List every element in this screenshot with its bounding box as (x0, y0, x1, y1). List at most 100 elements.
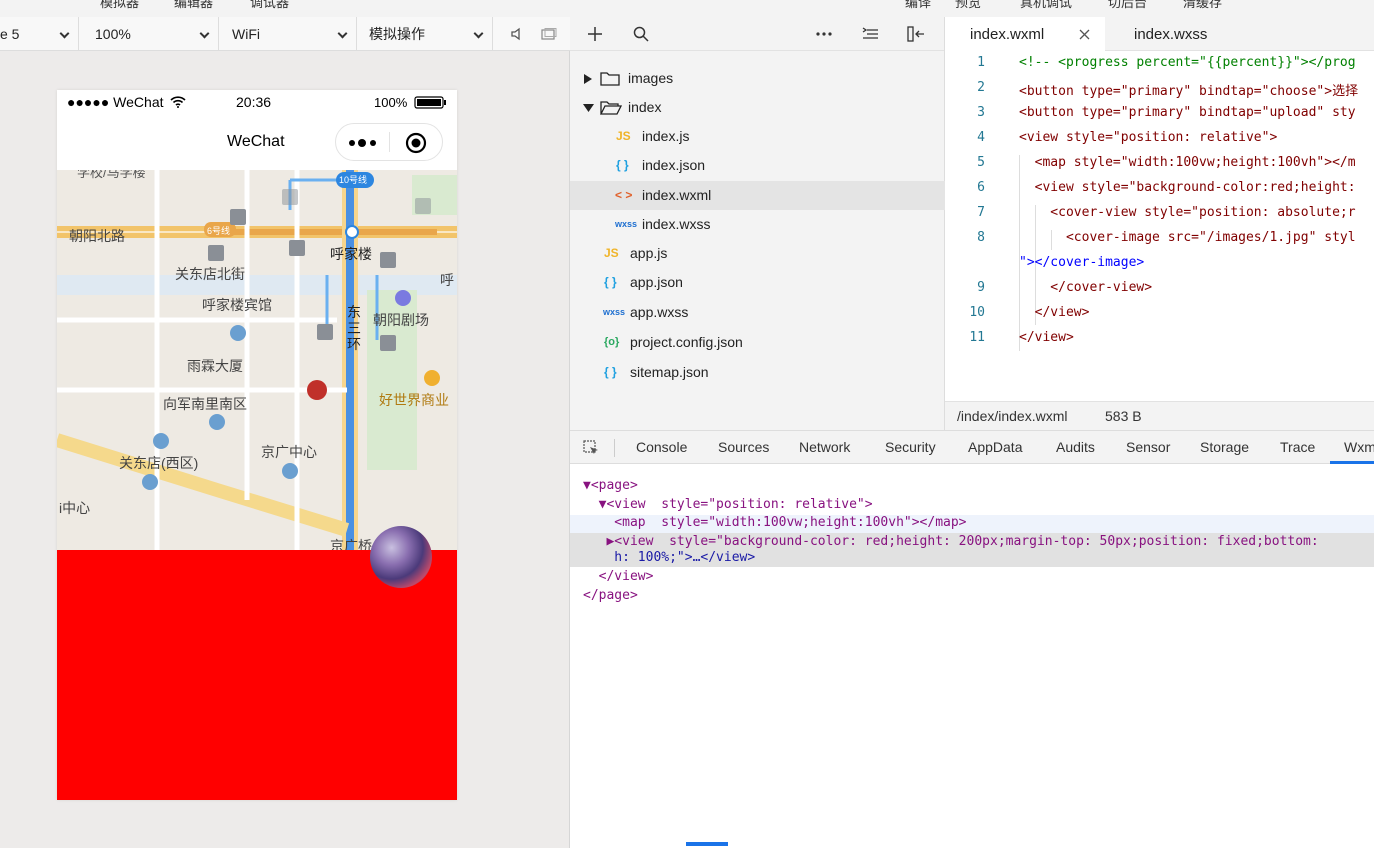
more-icon[interactable] (348, 138, 378, 148)
close-target-icon[interactable] (405, 132, 427, 154)
folder-open-icon (600, 101, 622, 115)
map-label: 关东店北街 (175, 266, 245, 282)
search-icon[interactable] (633, 26, 649, 42)
tree-item-project-config[interactable]: {o} project.config.json (570, 328, 945, 357)
js-file-icon: JS (604, 246, 619, 260)
tree-item-app-js[interactable]: JS app.js (570, 239, 945, 268)
tree-item-label: app.js (630, 245, 668, 261)
js-file-icon: JS (616, 129, 631, 143)
inspect-icon[interactable] (583, 440, 599, 456)
zoom-value: 100% (95, 26, 131, 42)
tab-sources[interactable]: Sources (718, 431, 769, 464)
tree-item-index-json[interactable]: { } index.json (570, 151, 945, 180)
tab-network[interactable]: Network (799, 431, 850, 464)
menu-debugger[interactable]: 调试器 (250, 0, 289, 11)
split-view-icon[interactable] (907, 26, 925, 42)
devtools-panel: Console Sources Network Security AppData… (570, 430, 1374, 848)
dom-line[interactable]: ▶<view style="background-color: red;heig… (583, 534, 1318, 549)
map-label: 朝阳剧场 (373, 312, 429, 328)
tree-item-app-wxss[interactable]: wxss app.wxss (570, 298, 945, 327)
code-line: <button type="primary" bindtap="upload" … (1019, 105, 1356, 120)
zoom-select[interactable]: 100% (79, 17, 219, 51)
code-line: <button type="primary" bindtap="choose">… (1019, 84, 1359, 99)
menu-clear-cache[interactable]: 清缓存 (1183, 0, 1222, 11)
dom-line[interactable]: h: 100%;">…</view> (583, 550, 755, 565)
tab-security[interactable]: Security (885, 431, 936, 464)
map-view[interactable]: 学校/马学楼 10号线 6号线 朝阳北路 关东店北街 呼家楼 呼家楼宾馆 东三环… (57, 170, 457, 550)
wxss-file-icon: wxss (603, 307, 626, 317)
add-icon[interactable] (588, 27, 602, 41)
top-menu: 模拟器 编辑器 调试器 编译 预览 真机调试 切后台 清缓存 (0, 0, 1374, 17)
code-area[interactable]: 1 2 3 4 5 6 7 8 9 10 11 <!-- <progress p… (945, 51, 1374, 401)
dom-line[interactable]: ▼<page> (583, 478, 638, 493)
scrollbar-thumb[interactable] (686, 842, 728, 846)
window-icon[interactable] (541, 28, 557, 41)
tree-item-label: index.js (642, 128, 690, 144)
tree-item-index-js[interactable]: JS index.js (570, 122, 945, 151)
close-icon[interactable] (1079, 29, 1090, 40)
line-number: 5 (977, 155, 985, 170)
tree-item-sitemap[interactable]: { } sitemap.json (570, 358, 945, 387)
code-line: </view> (1019, 305, 1090, 320)
line-number: 11 (969, 330, 985, 345)
battery-icon (414, 96, 446, 109)
menu-background[interactable]: 切后台 (1108, 0, 1147, 11)
collapse-all-icon[interactable] (862, 27, 878, 41)
menu-editor[interactable]: 编辑器 (174, 0, 213, 11)
chevron-down-icon (337, 28, 348, 39)
tree-item-label: sitemap.json (630, 364, 709, 380)
tab-label: index.wxss (1134, 26, 1208, 43)
speaker-icon[interactable] (510, 27, 524, 41)
map-label: i中心 (59, 500, 91, 516)
operation-select[interactable]: 模拟操作 (357, 17, 493, 51)
tab-index-wxml[interactable]: index.wxml (945, 17, 1105, 51)
code-line: <cover-view style="position: absolute;r (1019, 205, 1356, 220)
map-label: 关东店(西区) (119, 455, 199, 471)
code-line: <view style="position: relative"> (1019, 130, 1278, 145)
wifi-icon (170, 96, 186, 108)
map-label: 学校/马学楼 (77, 170, 146, 180)
tree-item-index-wxml[interactable]: < > index.wxml (570, 181, 945, 210)
tab-appdata[interactable]: AppData (968, 431, 1022, 464)
tree-item-label: images (628, 70, 674, 86)
tab-storage[interactable]: Storage (1200, 431, 1249, 464)
menu-compile[interactable]: 编译 (905, 0, 931, 11)
line-number: 3 (977, 105, 985, 120)
tree-item-index-wxss[interactable]: wxss index.wxss (570, 210, 945, 239)
tab-console[interactable]: Console (636, 431, 687, 464)
tab-audits[interactable]: Audits (1056, 431, 1095, 464)
tree-item-app-json[interactable]: { } app.json (570, 268, 945, 297)
menu-simulator[interactable]: 模拟器 (100, 0, 139, 11)
line-number: 10 (969, 305, 985, 320)
tab-trace[interactable]: Trace (1280, 431, 1315, 464)
network-select[interactable]: WiFi (219, 17, 357, 51)
operation-value: 模拟操作 (369, 26, 425, 42)
more-options-icon[interactable] (816, 32, 832, 36)
tab-wxml[interactable]: Wxm (1330, 431, 1374, 464)
code-line: <view style="background-color:red;height… (1019, 180, 1356, 195)
tree-item-index-folder[interactable]: index (570, 93, 945, 122)
time-label: 20:36 (236, 94, 272, 110)
cover-image[interactable] (370, 526, 432, 588)
map-label: 京广桥 (330, 538, 372, 550)
carrier-label: ●●●●● WeChat (67, 94, 164, 110)
menu-remote-debug[interactable]: 真机调试 (1020, 0, 1072, 11)
chevron-right-icon (584, 74, 592, 84)
dom-line[interactable]: </view> (583, 569, 654, 584)
map-label: 呼 (440, 272, 454, 288)
menu-preview[interactable]: 预览 (955, 0, 981, 11)
tab-divider (614, 439, 615, 457)
device-select[interactable]: e 5 (0, 17, 79, 51)
tree-item-images[interactable]: images (570, 64, 945, 93)
tab-index-wxss[interactable]: index.wxss (1105, 17, 1245, 51)
simulator-toolbar: e 5 100% WiFi 模拟操作 (0, 17, 570, 51)
nav-title: WeChat (227, 133, 285, 150)
tab-sensor[interactable]: Sensor (1126, 431, 1170, 464)
battery-label: 100% (374, 95, 408, 110)
line-number: 1 (977, 55, 985, 70)
dom-line[interactable]: ▼<view style="position: relative"> (583, 497, 873, 512)
dom-line[interactable]: </page> (583, 588, 638, 603)
dom-tree[interactable]: ▼<page> ▼<view style="position: relative… (570, 464, 1374, 848)
dom-line[interactable]: <map style="width:100vw;height:100vh"></… (583, 515, 966, 530)
line-number: 7 (977, 205, 985, 220)
